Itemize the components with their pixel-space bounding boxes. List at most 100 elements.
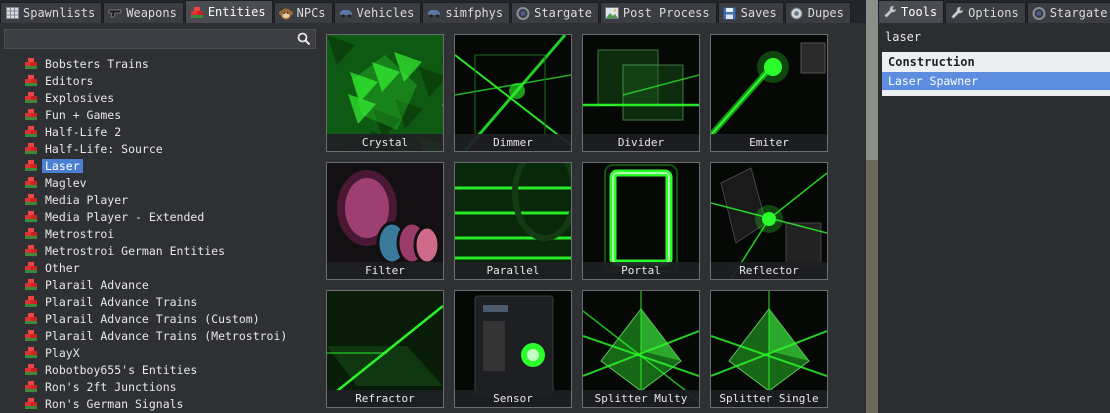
tool-category-header: Construction: [888, 55, 975, 69]
entity-tile-parallel[interactable]: Parallel: [454, 162, 572, 280]
tab-label: Weapons: [126, 6, 177, 20]
category-label: Metrostroi German Entities: [45, 243, 226, 258]
tab-spawnlists[interactable]: Spawnlists: [0, 2, 103, 23]
entity-tile-sensor[interactable]: Sensor: [454, 290, 572, 408]
entity-tile-emiter[interactable]: Emiter: [710, 34, 828, 152]
tab-stargate[interactable]: Stargate: [1026, 2, 1110, 23]
category-item[interactable]: Metrostroi German Entities: [24, 242, 316, 259]
tab-label: Tools: [901, 5, 938, 19]
category-item[interactable]: Bobsters Trains: [24, 55, 316, 72]
bricks-icon: [24, 159, 38, 173]
entity-tile-refractor[interactable]: Refractor: [326, 290, 444, 408]
category-item[interactable]: Plarail Advance Trains (Custom): [24, 310, 316, 327]
bricks-icon: [190, 6, 204, 19]
category-item[interactable]: Explosives: [24, 89, 316, 106]
bricks-icon: [24, 346, 38, 360]
category-item[interactable]: Editors: [24, 72, 316, 89]
category-label: Plarail Advance Trains (Metrostroi): [45, 328, 288, 343]
entity-tile-divider[interactable]: Divider: [582, 34, 700, 152]
bricks-icon: [24, 193, 38, 207]
tab-saves[interactable]: Saves: [717, 2, 784, 23]
entity-tile-portal[interactable]: Portal: [582, 162, 700, 280]
category-item[interactable]: Plarail Advance: [24, 276, 316, 293]
tab-label: Stargate: [1049, 6, 1108, 20]
bricks-icon: [24, 74, 38, 88]
tab-weapons[interactable]: Weapons: [103, 2, 184, 23]
category-item[interactable]: Media Player - Extended: [24, 208, 316, 225]
tab-npcs[interactable]: NPCs: [273, 2, 333, 23]
category-label: Plarail Advance Trains: [45, 294, 198, 309]
entity-label: Dimmer: [455, 134, 571, 151]
category-item[interactable]: Half-Life: Source: [24, 140, 316, 157]
tab-entities[interactable]: Entities: [184, 0, 273, 23]
tool-results-list: Construction Laser Spawner: [882, 52, 1110, 96]
bricks-icon: [24, 278, 38, 292]
tab-dupes[interactable]: Dupes: [784, 2, 851, 23]
bricks-icon: [24, 329, 38, 343]
entity-label: Parallel: [455, 262, 571, 279]
bricks-icon: [24, 176, 38, 190]
dupe-icon: [790, 7, 804, 20]
category-item[interactable]: Plarail Advance Trains: [24, 293, 316, 310]
bricks-icon: [24, 380, 38, 394]
bricks-icon: [24, 142, 38, 156]
tab-label: Spawnlists: [23, 6, 96, 20]
category-label: Laser: [42, 158, 83, 173]
bricks-icon: [24, 108, 38, 122]
category-label: Fun + Games: [45, 107, 122, 122]
category-label: Maglev: [45, 175, 87, 190]
category-label: Half-Life 2: [45, 124, 122, 139]
category-list: Bobsters Trains Editors Explosives Fun + Ga…: [24, 55, 316, 413]
tool-search-input[interactable]: laser: [882, 30, 1108, 48]
entity-label: Filter: [327, 262, 443, 279]
bricks-icon: [24, 312, 38, 326]
category-label: Plarail Advance Trains (Custom): [45, 311, 260, 326]
entity-tile-dimmer[interactable]: Dimmer: [454, 34, 572, 152]
search-input[interactable]: [4, 29, 316, 49]
tab-label: Dupes: [807, 6, 844, 20]
tab-stargate[interactable]: Stargate: [511, 2, 599, 23]
entity-tile-splitter-multy[interactable]: Splitter Multy: [582, 290, 700, 408]
entity-label: Splitter Single: [711, 390, 827, 407]
category-item[interactable]: Other: [24, 259, 316, 276]
category-item[interactable]: Media Player: [24, 191, 316, 208]
category-item[interactable]: Metrostroi: [24, 225, 316, 242]
category-item[interactable]: Laser: [24, 157, 316, 174]
bricks-icon: [24, 295, 38, 309]
tab-post-process[interactable]: Post Process: [599, 2, 717, 23]
entity-label: Splitter Multy: [583, 390, 699, 407]
category-item[interactable]: Maglev: [24, 174, 316, 191]
tab-simfphys[interactable]: simfphys: [422, 2, 511, 23]
entity-label: Sensor: [455, 390, 571, 407]
background-world-sky: [866, 0, 878, 160]
tab-tools[interactable]: Tools: [878, 0, 945, 23]
tab-vehicles[interactable]: Vehicles: [333, 2, 422, 23]
entity-label: Emiter: [711, 134, 827, 151]
category-label: Ron's German Signals: [45, 396, 184, 411]
entity-tile-splitter-single[interactable]: Splitter Single: [710, 290, 828, 408]
tool-item-laser-spawner[interactable]: Laser Spawner: [882, 72, 1110, 90]
entity-tile-reflector[interactable]: Reflector: [710, 162, 828, 280]
category-item[interactable]: PlayX: [24, 344, 316, 361]
category-item[interactable]: Ron's 2ft Junctions: [24, 378, 316, 395]
category-item[interactable]: Robotboy655's Entities: [24, 361, 316, 378]
category-item[interactable]: Fun + Games: [24, 106, 316, 123]
category-item[interactable]: Ron's German Signals: [24, 395, 316, 412]
tools-panel: laser Construction Laser Spawner: [878, 23, 1110, 413]
search-icon[interactable]: [297, 32, 311, 49]
category-item[interactable]: Plarail Advance Trains (Metrostroi): [24, 327, 316, 344]
tab-label: Saves: [740, 6, 777, 20]
entity-label: Crystal: [327, 134, 443, 151]
entity-tile-crystal[interactable]: Crystal: [326, 34, 444, 152]
tab-options[interactable]: Options: [945, 2, 1026, 23]
bricks-icon: [24, 91, 38, 105]
entity-label: Divider: [583, 134, 699, 151]
gun-icon: [108, 7, 122, 20]
category-item[interactable]: Half-Life 2: [24, 123, 316, 140]
bricks-icon: [24, 261, 38, 275]
category-label: Media Player: [45, 192, 129, 207]
entity-tile-filter[interactable]: Filter: [326, 162, 444, 280]
category-label: Editors: [45, 73, 94, 88]
spawnmenu-tabbar: Spawnlists Weapons Entities NPCs Vehicles sim…: [0, 0, 866, 23]
bricks-icon: [24, 397, 38, 411]
